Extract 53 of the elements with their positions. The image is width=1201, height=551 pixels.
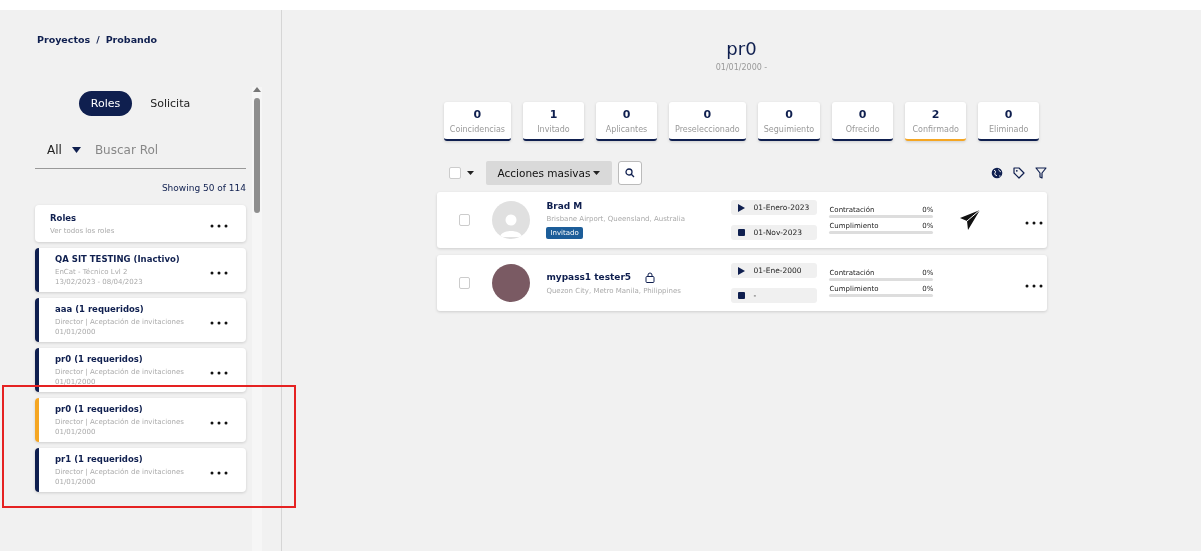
more-icon [210, 370, 228, 375]
tab[interactable]: Solicita [138, 91, 203, 116]
scroll-up-icon[interactable] [253, 87, 261, 92]
stop-icon [738, 292, 746, 299]
stage-tab[interactable]: 0 Coincidencias [443, 102, 511, 141]
row-checkbox[interactable] [458, 277, 471, 289]
breadcrumb-link[interactable]: Proyectos [37, 34, 91, 45]
tag-icon[interactable] [1012, 167, 1025, 179]
caret-icon[interactable] [466, 171, 474, 175]
select-all-checkbox[interactable] [448, 167, 461, 179]
stage-tab[interactable]: 0 Preseleccionado [668, 102, 746, 141]
stage-tab[interactable]: 0 Eliminado [978, 102, 1040, 141]
role-title: Roles [50, 212, 78, 223]
stage-tab[interactable]: 1 Invitado [522, 102, 584, 141]
paper-plane-icon[interactable] [958, 209, 981, 231]
more-icon [210, 270, 228, 275]
stage-tab[interactable]: 0 Seguimiento [757, 102, 821, 141]
stage-tab[interactable]: 0 Aplicantes [595, 102, 657, 141]
tab[interactable]: Roles [78, 91, 133, 116]
globe-icon[interactable] [990, 167, 1003, 179]
filter-dropdown[interactable]: All [47, 143, 81, 157]
search-icon [625, 168, 636, 178]
search-button[interactable] [618, 161, 643, 185]
more-icon [210, 224, 228, 228]
breadcrumb-separator: / [96, 34, 100, 45]
role-date: 01/01/2000 - [715, 63, 768, 72]
stop-icon [738, 229, 746, 236]
caret-icon [71, 147, 81, 153]
role-title: pr0 (1 requeridos) [55, 404, 144, 414]
search-field[interactable]: Buscar Rol [92, 142, 213, 158]
more-icon [210, 470, 228, 475]
role-title: aaa (1 requeridos) [55, 304, 145, 314]
filter-icon[interactable] [1034, 167, 1047, 179]
more-icon [1024, 220, 1043, 225]
play-icon [738, 266, 746, 275]
scrollbar[interactable] [252, 87, 262, 551]
breadcrumb-link[interactable]: Probando [105, 34, 158, 45]
role-title: pr0 (1 requeridos) [55, 354, 144, 364]
role-title: QA SIT TESTING (Inactivo) [55, 254, 181, 264]
row-checkbox[interactable] [458, 214, 471, 226]
caret-icon [593, 171, 601, 175]
more-icon [210, 320, 228, 325]
bulk-actions-button[interactable]: Acciones masivas [485, 161, 613, 185]
stage-tab[interactable]: 2 Confirmado [905, 102, 967, 141]
role-title: pr1 (1 requeridos) [55, 454, 144, 464]
results-count: Showing 50 of 114 [160, 183, 246, 193]
stage-tab[interactable]: 0 Ofrecido [832, 102, 894, 141]
candidate-name[interactable]: mypass1 tester5 [546, 272, 632, 282]
more-icon [1024, 283, 1043, 288]
more-icon [210, 420, 228, 425]
play-icon [738, 203, 746, 212]
role-heading: pr0 [726, 38, 757, 59]
candidate-name[interactable]: Brad M [546, 201, 583, 211]
